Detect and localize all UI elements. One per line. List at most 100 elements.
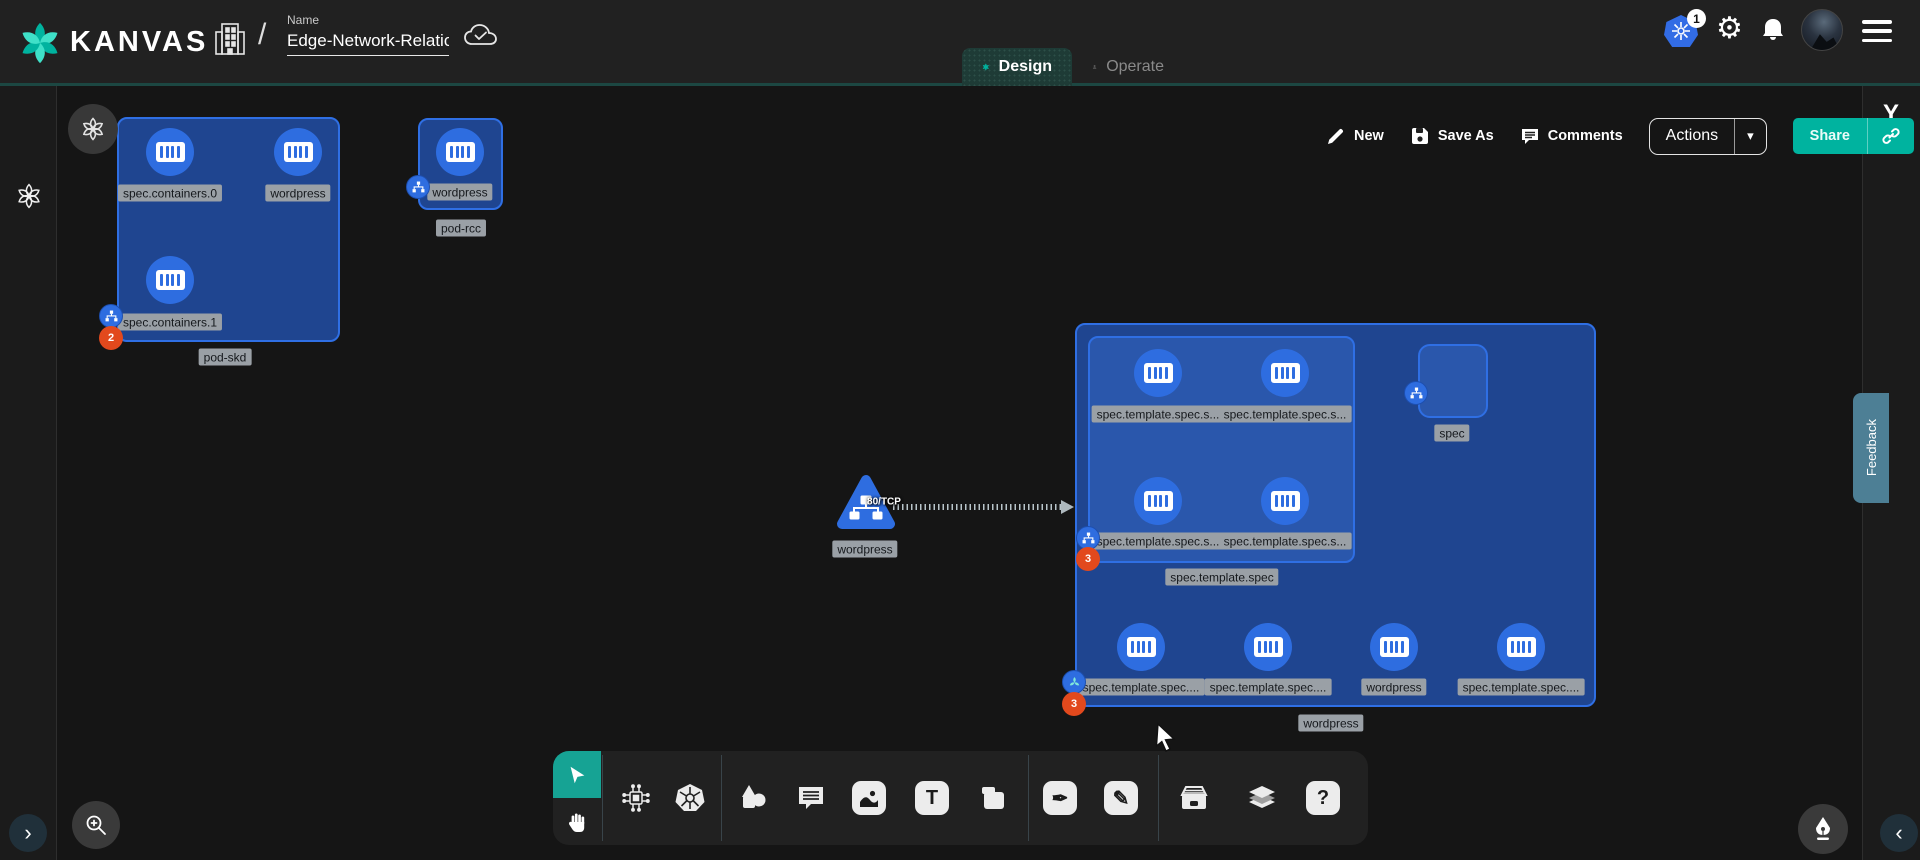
hamburger-menu-icon[interactable] <box>1862 20 1892 42</box>
k8s-context-count-badge: 1 <box>1687 9 1706 28</box>
container-node[interactable] <box>274 128 322 176</box>
container-icon <box>156 142 185 162</box>
image-tool-button[interactable] <box>849 778 889 818</box>
actions-button-label[interactable]: Actions <box>1650 119 1735 154</box>
sitemap-icon <box>1082 532 1095 545</box>
design-tab-icon <box>982 56 990 78</box>
k8s-context-switcher[interactable]: 1 <box>1664 11 1704 49</box>
new-button[interactable]: New <box>1326 126 1384 146</box>
draw-mode-button[interactable] <box>1798 804 1848 854</box>
comment-tool-button[interactable] <box>791 778 831 818</box>
new-button-label: New <box>1354 128 1384 144</box>
layers-tool-button[interactable] <box>1242 778 1282 818</box>
feedback-tab[interactable]: Feedback <box>1853 393 1889 503</box>
canvas-action-bar: New Save As Comments Actions ▾ Share <box>1326 117 1914 155</box>
container-icon <box>1271 363 1300 383</box>
breadcrumb-separator: / <box>258 18 266 52</box>
edge-arrowhead-icon <box>1061 500 1074 514</box>
text-tool-icon: T <box>915 781 949 815</box>
container-node[interactable] <box>1117 623 1165 671</box>
chevron-right-icon: › <box>24 822 31 844</box>
container-node[interactable] <box>1134 477 1182 525</box>
design-name-input[interactable]: Edge-Network-Relatio <box>287 31 449 56</box>
meshery-spiral-icon[interactable] <box>16 183 42 209</box>
container-node[interactable] <box>436 128 484 176</box>
container-node[interactable] <box>146 128 194 176</box>
organization-icon[interactable] <box>213 18 247 58</box>
operate-tab-label: Operate <box>1106 58 1164 76</box>
node-label: spec.template.spec.... <box>1078 679 1205 696</box>
copy-link-button[interactable] <box>1868 118 1914 154</box>
frame-tool-button[interactable] <box>973 778 1013 818</box>
edge-port-label: 80/TCP <box>867 497 901 508</box>
error-count-badge[interactable]: 3 <box>1062 692 1086 716</box>
circuit-icon <box>621 783 651 813</box>
drawer-tool-button[interactable] <box>1174 778 1214 818</box>
container-node[interactable] <box>1261 477 1309 525</box>
group-label: pod-skd <box>199 349 252 366</box>
tab-operate[interactable]: Operate <box>1072 48 1184 86</box>
error-count-badge[interactable]: 3 <box>1076 547 1100 571</box>
shapes-icon <box>738 783 768 813</box>
sitemap-icon <box>1410 387 1423 400</box>
service-label: wordpress <box>832 541 897 558</box>
node-label: spec.template.spec.s... <box>1092 533 1225 550</box>
notifications-bell-icon[interactable] <box>1760 16 1786 44</box>
swirl-icon <box>1068 676 1081 689</box>
chevron-left-icon: ‹ <box>1895 822 1902 844</box>
shapes-tool-button[interactable] <box>733 778 773 818</box>
group-spec-template-spec[interactable] <box>1088 336 1355 563</box>
design-name-field[interactable]: Name Edge-Network-Relatio <box>287 13 449 56</box>
group-collapse-badge[interactable] <box>1404 381 1428 405</box>
components-tool-button[interactable] <box>616 778 656 818</box>
comments-button[interactable]: Comments <box>1520 126 1623 146</box>
container-icon <box>1144 363 1173 383</box>
group-collapse-badge[interactable] <box>406 175 430 199</box>
zoom-button[interactable] <box>72 801 120 849</box>
collapse-right-panel-button[interactable]: ‹ <box>1880 814 1918 852</box>
kanvas-logo-icon[interactable] <box>18 21 62 65</box>
left-sidebar: › <box>0 86 57 860</box>
container-icon <box>1271 491 1300 511</box>
save-as-button[interactable]: Save As <box>1410 126 1494 146</box>
group-collapse-badge[interactable] <box>99 304 123 328</box>
container-icon <box>284 142 313 162</box>
node-action-flower-button[interactable] <box>68 104 118 154</box>
group-collapse-badge[interactable] <box>1062 670 1086 694</box>
user-avatar[interactable] <box>1801 9 1843 51</box>
share-button-label[interactable]: Share <box>1793 118 1868 154</box>
text-tool-button[interactable]: T <box>912 778 952 818</box>
container-icon <box>1507 637 1536 657</box>
tab-design[interactable]: Design <box>962 48 1072 86</box>
app-header: KANVAS / Name Edge-Network-Relatio <box>0 0 1920 86</box>
select-tool-button[interactable] <box>553 751 601 798</box>
container-node[interactable] <box>1370 623 1418 671</box>
pencil-tool-button[interactable]: ✎ <box>1101 778 1141 818</box>
error-count-badge[interactable]: 2 <box>99 326 123 350</box>
container-node[interactable] <box>1497 623 1545 671</box>
cloud-saved-icon <box>463 22 499 50</box>
node-label: wordpress <box>265 185 330 202</box>
share-split-button[interactable]: Share <box>1793 118 1914 154</box>
pencil-icon: ✎ <box>1104 781 1138 815</box>
container-node[interactable] <box>1244 623 1292 671</box>
container-node[interactable] <box>146 256 194 304</box>
design-tab-label: Design <box>999 58 1052 76</box>
container-icon <box>1127 637 1156 657</box>
kubernetes-tool-button[interactable] <box>670 778 710 818</box>
group-label: spec.template.spec <box>1165 569 1278 586</box>
feedback-label: Feedback <box>1864 419 1879 476</box>
actions-dropdown-caret[interactable]: ▾ <box>1735 119 1766 154</box>
expand-left-panel-button[interactable]: › <box>9 814 47 852</box>
drawer-icon <box>1178 783 1210 813</box>
sitemap-icon <box>412 181 425 194</box>
settings-gear-icon[interactable]: ⚙ <box>1716 14 1743 44</box>
group-spec[interactable] <box>1418 344 1488 418</box>
help-tool-button[interactable]: ? <box>1303 778 1343 818</box>
container-node[interactable] <box>1261 349 1309 397</box>
pen-tool-button[interactable]: ✒ <box>1040 778 1080 818</box>
container-node[interactable] <box>1134 349 1182 397</box>
actions-split-button[interactable]: Actions ▾ <box>1649 118 1767 155</box>
pan-tool-button[interactable] <box>553 798 601 845</box>
comments-icon <box>1520 126 1540 146</box>
